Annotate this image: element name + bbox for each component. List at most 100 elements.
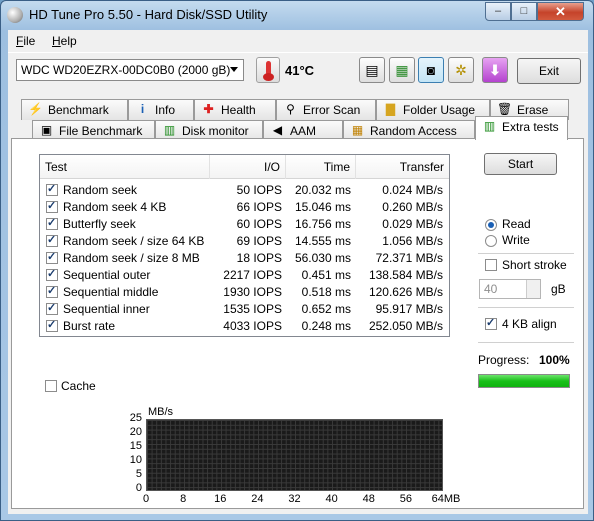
test-transfer: 252.050 MB/s — [368, 319, 443, 333]
file-benchmark-icon: ▣ — [40, 123, 53, 137]
align-4kb-checkbox[interactable] — [485, 316, 497, 330]
options-button[interactable]: ✲ — [448, 57, 474, 83]
test-checkbox[interactable] — [46, 233, 58, 247]
y-tick-label: 15 — [129, 440, 142, 452]
test-io: 4033 IOPS — [223, 319, 282, 333]
separator — [478, 342, 574, 343]
random-access-icon: ▦ — [351, 123, 364, 137]
test-checkbox[interactable] — [46, 318, 58, 332]
start-button[interactable]: Start — [484, 153, 557, 175]
table-row[interactable]: Random seek 4 KB 66 IOPS 15.046 ms 0.260 MB… — [40, 198, 449, 215]
test-name: Burst rate — [63, 319, 116, 333]
test-checkbox[interactable] — [46, 216, 58, 230]
tab-folder-usage[interactable]: ▇ Folder Usage — [376, 99, 490, 120]
test-time: 0.652 ms — [301, 302, 351, 316]
graph-y-axis-label: MB/s — [148, 406, 174, 418]
test-io: 18 IOPS — [236, 251, 282, 265]
table-row[interactable]: Sequential middle 1930 IOPS 0.518 ms 120.62… — [40, 283, 449, 300]
align-4kb-label: 4 KB align — [502, 317, 557, 331]
minimize-button[interactable]: – — [485, 2, 511, 21]
col-io[interactable]: I/O — [210, 155, 286, 179]
title-bar[interactable]: HD Tune Pro 5.50 - Hard Disk/SSD Utility… — [1, 1, 593, 29]
menu-file[interactable]: File — [16, 34, 35, 48]
short-stroke-spinner[interactable]: 40 — [479, 279, 541, 299]
app-window: HD Tune Pro 5.50 - Hard Disk/SSD Utility… — [0, 0, 594, 521]
copy-text-button[interactable]: ▤ — [359, 57, 385, 83]
table-row[interactable]: Sequential inner 1535 IOPS 0.652 ms 95.917 … — [40, 300, 449, 317]
thermometer-icon — [256, 57, 280, 83]
table-row[interactable]: Random seek / size 64 KB 69 IOPS 14.555 ms… — [40, 232, 449, 249]
save-button[interactable]: ⬇ — [482, 57, 508, 83]
menu-help[interactable]: Help — [52, 34, 77, 48]
table-row[interactable]: Burst rate 4033 IOPS 0.248 ms 252.050 MB/s — [40, 317, 449, 334]
test-time: 0.248 ms — [301, 319, 351, 333]
short-stroke-label: Short stroke — [502, 258, 567, 272]
test-checkbox[interactable] — [46, 250, 58, 264]
table-row[interactable]: Random seek / size 8 MB 18 IOPS 56.030 ms 7… — [40, 249, 449, 266]
tab-info[interactable]: i Info — [128, 99, 194, 120]
write-radio[interactable] — [485, 235, 497, 247]
write-label: Write — [502, 233, 530, 247]
progress-value: 100% — [539, 353, 570, 367]
col-time[interactable]: Time — [286, 155, 356, 179]
drive-select[interactable]: WDC WD20EZRX-00DC0B0 (2000 gB) — [16, 59, 244, 81]
spinner-arrows-icon[interactable] — [526, 280, 540, 298]
x-tick-label: 64MB — [431, 493, 461, 505]
y-tick-label: 10 — [129, 454, 142, 466]
tab-extra-tests[interactable]: ▥ Extra tests — [475, 116, 568, 140]
short-stroke-checkbox[interactable] — [485, 259, 497, 271]
test-transfer: 72.371 MB/s — [375, 251, 443, 265]
test-transfer: 0.260 MB/s — [382, 200, 443, 214]
copy-window-button[interactable]: ▦ — [389, 57, 415, 83]
test-checkbox[interactable] — [46, 301, 58, 315]
test-io: 69 IOPS — [236, 234, 282, 248]
col-transfer[interactable]: Transfer — [356, 155, 449, 179]
results-table: Test I/O Time Transfer Random seek 50 IOP… — [39, 154, 450, 337]
read-label: Read — [502, 217, 531, 231]
tab-health[interactable]: ✚ Health — [194, 99, 276, 120]
table-row[interactable]: Sequential outer 2217 IOPS 0.451 ms 138.584… — [40, 266, 449, 283]
test-transfer: 0.029 MB/s — [382, 217, 443, 231]
tab-error-scan[interactable]: ⚲ Error Scan — [276, 99, 376, 120]
test-checkbox[interactable] — [46, 284, 58, 298]
test-time: 56.030 ms — [294, 251, 351, 265]
menu-bar: File Help — [8, 30, 588, 52]
x-tick-label: 56 — [399, 493, 412, 505]
test-name: Sequential middle — [63, 285, 159, 299]
test-io: 1930 IOPS — [223, 285, 282, 299]
chevron-down-icon — [230, 67, 238, 72]
toolbar: WDC WD20EZRX-00DC0B0 (2000 gB) 41°C ▤ ▦ … — [8, 52, 588, 96]
health-cross-icon: ✚ — [203, 102, 214, 116]
camera-icon: ◙ — [426, 62, 436, 78]
x-tick-label: 40 — [325, 493, 338, 505]
test-transfer: 0.024 MB/s — [382, 183, 443, 197]
test-transfer: 95.917 MB/s — [375, 302, 443, 316]
maximize-button[interactable]: □ — [511, 2, 537, 21]
test-transfer: 120.626 MB/s — [368, 285, 443, 299]
test-name: Random seek 4 KB — [63, 200, 167, 214]
magnifier-icon: ⚲ — [286, 102, 295, 116]
test-name: Random seek — [63, 183, 138, 197]
col-test[interactable]: Test — [40, 155, 210, 179]
test-checkbox[interactable] — [46, 267, 58, 281]
test-checkbox[interactable] — [46, 199, 58, 213]
options-icon: ✲ — [455, 62, 467, 78]
screenshot-button[interactable]: ◙ — [418, 57, 444, 83]
test-checkbox[interactable] — [46, 182, 58, 196]
folder-icon: ▇ — [385, 102, 396, 116]
read-radio[interactable] — [485, 219, 497, 231]
tab-benchmark[interactable]: ⚡ Benchmark — [21, 99, 128, 120]
close-button[interactable]: ✕ — [537, 2, 584, 21]
table-row[interactable]: Butterfly seek 60 IOPS 16.756 ms 0.029 MB/s — [40, 215, 449, 232]
extra-tests-icon: ▥ — [483, 119, 496, 133]
exit-button[interactable]: Exit — [517, 58, 581, 84]
cache-checkbox[interactable] — [45, 380, 57, 392]
table-row[interactable]: Random seek 50 IOPS 20.032 ms 0.024 MB/s — [40, 181, 449, 198]
cache-label: Cache — [61, 379, 96, 393]
test-time: 16.756 ms — [294, 217, 351, 231]
x-tick-label: 0 — [142, 493, 150, 505]
monitor-chart-icon: ▥ — [163, 123, 176, 137]
copy-window-icon: ▦ — [395, 62, 409, 78]
app-icon — [7, 7, 23, 23]
test-io: 1535 IOPS — [223, 302, 282, 316]
